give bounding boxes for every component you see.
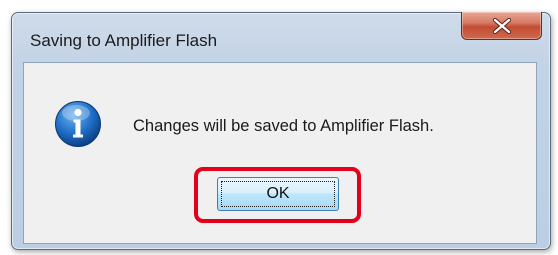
close-button[interactable]: [461, 12, 542, 40]
dialog-message: Changes will be saved to Amplifier Flash…: [133, 117, 434, 135]
ok-button-label: OK: [266, 185, 290, 202]
info-icon: [55, 101, 101, 147]
dialog-content: Changes will be saved to Amplifier Flash…: [23, 62, 537, 244]
background-window-edge: [0, 60, 10, 255]
message-dialog: Saving to Amplifier Flash Changes will b…: [11, 12, 551, 250]
close-icon: [492, 18, 512, 34]
ok-button[interactable]: OK: [217, 177, 339, 211]
dialog-title: Saving to Amplifier Flash: [30, 31, 218, 50]
